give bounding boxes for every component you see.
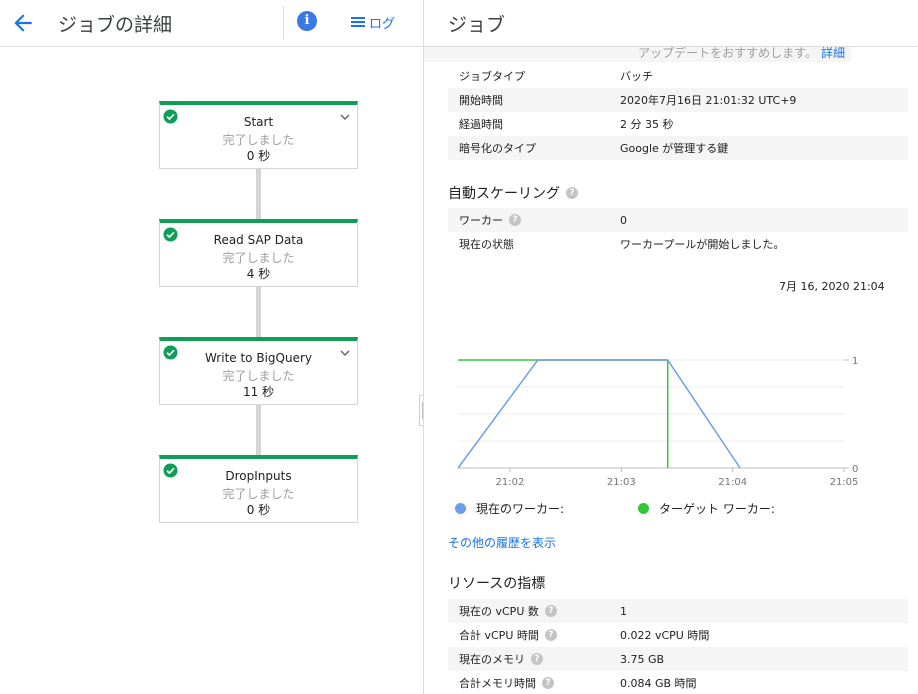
resource-row-memory-time: 合計メモリ時間? 0.084 GB 時間 xyxy=(448,671,908,694)
row-value: 2020年7月16日 21:01:32 UTC+9 xyxy=(620,94,797,107)
row-label: 開始時間 xyxy=(459,94,503,107)
row-value: 3.75 GB xyxy=(620,652,665,666)
page-title: ジョブの詳細 xyxy=(58,14,173,36)
legend-dot xyxy=(638,503,649,514)
job-details-panel: アップデートをおすすめします。 詳細 ジョブタイプ バッチ 開始時間 2020年7… xyxy=(423,47,918,694)
autoscaling-row-current-state: 現在の状態 ワーカープールが開始しました。 xyxy=(448,232,908,256)
x-tick-label: 21:03 xyxy=(607,477,636,488)
step-node-dropinputs[interactable]: DropInputs 完了しました 0 秒 xyxy=(159,455,358,523)
legend-dot xyxy=(455,503,466,514)
resource-metrics-title: リソースの指標 xyxy=(448,573,545,593)
row-value: Google が管理する鍵 xyxy=(620,142,729,155)
step-name: Write to BigQuery xyxy=(204,351,312,365)
row-label-text: 現在の vCPU 数 xyxy=(459,605,539,618)
help-icon[interactable]: ? xyxy=(531,653,543,665)
header-divider xyxy=(283,6,284,40)
log-label: ログ xyxy=(369,16,396,32)
more-history-link[interactable]: その他の履歴を表示 xyxy=(448,534,556,551)
worker-chart: 21:02 21:03 21:04 21:05 0 1 xyxy=(457,356,859,488)
step-name: Start xyxy=(243,115,274,129)
help-icon[interactable]: ? xyxy=(544,629,557,641)
step-time: 0 秒 xyxy=(246,503,271,517)
row-value: バッチ xyxy=(620,70,653,83)
info-row-encryption-type: 暗号化のタイプ Google が管理する鍵 xyxy=(448,136,908,160)
resource-row-vcpu-time: 合計 vCPU 時間? 0.022 vCPU 時間 xyxy=(448,623,908,647)
row-label: ジョブタイプ xyxy=(459,70,525,83)
step-name: Read SAP Data xyxy=(213,233,304,247)
row-value: ワーカープールが開始しました。 xyxy=(620,238,785,251)
notice-text: アップデートをおすすめします。 xyxy=(638,47,817,60)
autoscaling-title: 自動スケーリング ? xyxy=(448,183,578,203)
header-right: ジョブ xyxy=(423,0,918,47)
step-name: DropInputs xyxy=(225,469,292,483)
info-row-elapsed-time: 経過時間 2 分 35 秒 xyxy=(448,112,908,136)
row-label: 経過時間 xyxy=(459,118,503,131)
help-icon[interactable]: ? xyxy=(509,214,521,226)
legend-current-workers: 現在のワーカー: xyxy=(455,500,564,517)
row-label-text: ワーカー xyxy=(459,214,503,227)
legend-target-workers: ターゲット ワーカー: xyxy=(638,500,775,517)
row-label: 現在のメモリ? xyxy=(459,651,543,667)
section-title-text: リソースの指標 xyxy=(448,576,546,592)
connector xyxy=(256,168,261,219)
help-icon[interactable]: ? xyxy=(544,605,557,617)
info-icon[interactable]: i xyxy=(297,11,317,31)
row-label: 現在の vCPU 数? xyxy=(459,603,557,619)
legend-label: ターゲット ワーカー: xyxy=(659,502,775,516)
row-value: 0 xyxy=(620,213,627,227)
step-node-read-sap-data[interactable]: Read SAP Data 完了しました 4 秒 xyxy=(159,219,358,287)
arrow-left-icon[interactable] xyxy=(10,10,36,36)
section-title-text: 自動スケーリング xyxy=(448,186,560,202)
row-label: 暗号化のタイプ xyxy=(459,142,536,155)
step-time: 11 秒 xyxy=(242,385,275,399)
step-status: 完了しました xyxy=(222,487,295,501)
step-node-start[interactable]: Start 完了しました 0 秒 xyxy=(159,101,358,169)
list-icon xyxy=(351,17,365,27)
x-tick-label: 21:05 xyxy=(830,477,859,488)
autoscaling-row-workers: ワーカー? 0 xyxy=(448,208,908,232)
update-notice: アップデートをおすすめします。 詳細 xyxy=(424,47,851,62)
row-label-text: 合計 vCPU 時間 xyxy=(459,629,539,642)
step-time: 0 秒 xyxy=(246,149,271,163)
connector xyxy=(256,404,261,455)
row-label: 現在の状態 xyxy=(459,238,514,251)
row-label: ワーカー? xyxy=(459,212,521,228)
legend-label: 現在のワーカー: xyxy=(476,502,565,516)
step-status: 完了しました xyxy=(222,369,295,383)
panel-title: ジョブ xyxy=(448,14,506,36)
row-label: 合計メモリ時間? xyxy=(459,675,554,691)
row-label-text: 合計メモリ時間 xyxy=(459,677,536,690)
help-icon[interactable]: ? xyxy=(566,187,578,199)
y-tick-label: 0 xyxy=(852,464,858,475)
info-row-job-type: ジョブタイプ バッチ xyxy=(448,64,908,88)
job-graph: Start 完了しました 0 秒 Read SAP Data 完了しました 4 … xyxy=(0,47,423,694)
connector xyxy=(256,286,261,337)
info-row-start-time: 開始時間 2020年7月16日 21:01:32 UTC+9 xyxy=(448,88,908,112)
row-value: 0.084 GB 時間 xyxy=(620,677,697,690)
x-tick-label: 21:04 xyxy=(718,477,747,488)
row-label-text: 現在のメモリ xyxy=(459,653,525,666)
x-tick-label: 21:02 xyxy=(496,477,525,488)
chart-timestamp: 7月 16, 2020 21:04 xyxy=(779,280,885,293)
step-status: 完了しました xyxy=(222,133,295,147)
step-status: 完了しました xyxy=(222,251,295,265)
row-label: 合計 vCPU 時間? xyxy=(459,627,557,643)
row-value: 0.022 vCPU 時間 xyxy=(620,629,710,642)
resource-row-vcpu-count: 現在の vCPU 数? 1 xyxy=(448,599,908,623)
y-tick-label: 1 xyxy=(852,356,858,367)
notice-details-link[interactable]: 詳細 xyxy=(821,47,845,60)
resource-row-memory: 現在のメモリ? 3.75 GB xyxy=(448,647,908,671)
step-node-write-to-bigquery[interactable]: Write to BigQuery 完了しました 11 秒 xyxy=(159,337,358,405)
step-time: 4 秒 xyxy=(246,267,271,281)
row-value: 2 分 35 秒 xyxy=(620,118,674,131)
help-icon[interactable]: ? xyxy=(542,677,554,689)
header-left: ジョブの詳細 i ログ xyxy=(0,0,423,47)
log-button[interactable]: ログ xyxy=(351,12,395,32)
row-value: 1 xyxy=(620,604,627,618)
